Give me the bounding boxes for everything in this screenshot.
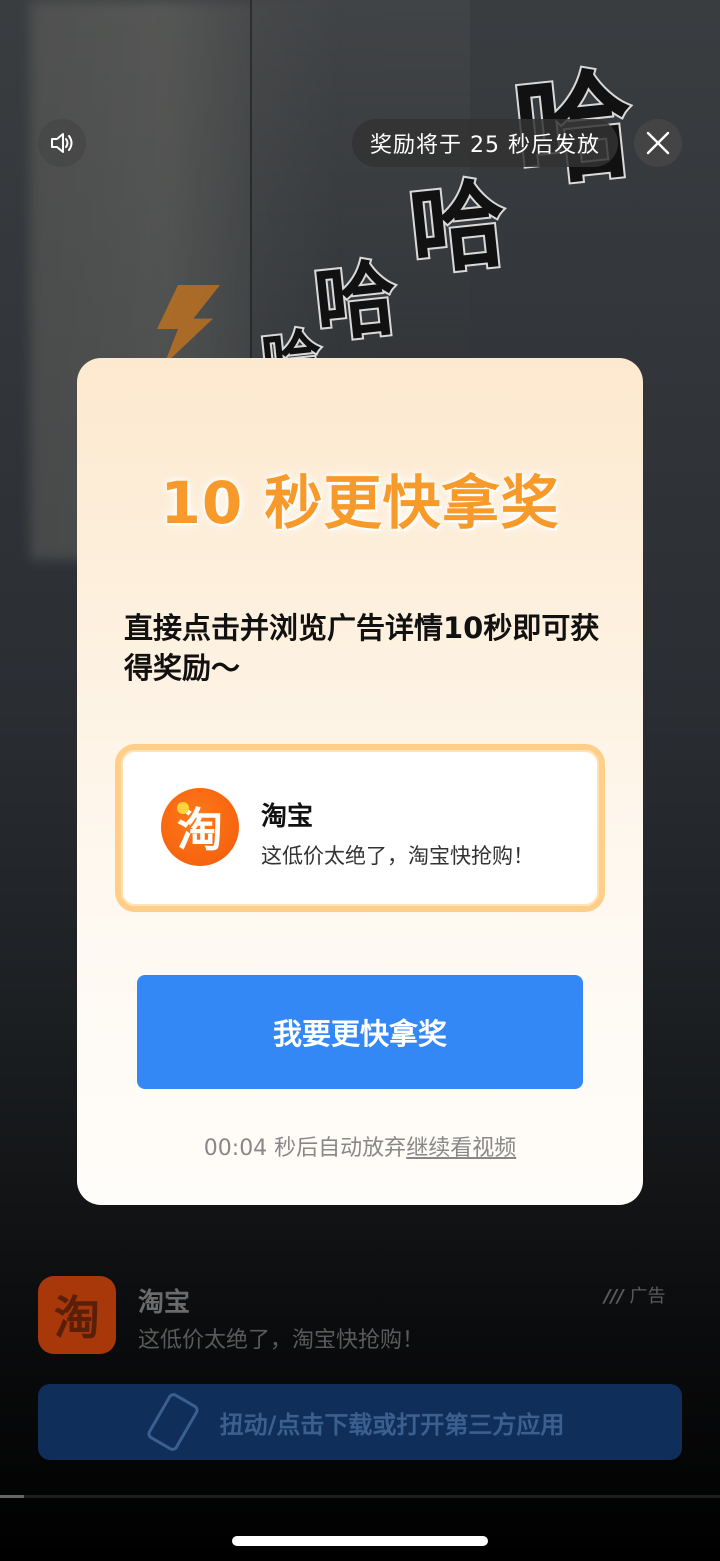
video-progress-fill: [0, 1495, 24, 1498]
ad-bar[interactable]: 淘 淘宝 这低价太绝了，淘宝快抢购！ /// 广告 扭动/点击下载或打开第三方应…: [0, 1260, 720, 1490]
sound-button[interactable]: [38, 119, 86, 167]
continue-watching-link[interactable]: 继续看视频: [406, 1136, 516, 1161]
ha-sticker: 哈: [402, 165, 513, 290]
speaker-icon: [51, 133, 73, 153]
modal-description: 直接点击并浏览广告详情10秒即可获得奖励～: [124, 611, 600, 685]
download-action-label: 扭动/点击下载或打开第三方应用: [219, 1410, 565, 1439]
logo-dot: [177, 802, 189, 814]
phone-icon: [144, 1390, 201, 1454]
close-icon: [646, 131, 670, 155]
app-name: 淘宝: [261, 802, 314, 832]
ad-tag-label: 广告: [629, 1286, 666, 1307]
reward-countdown: 奖励将于 25 秒后发放: [352, 119, 618, 167]
auto-abandon-timer: 00:04 秒后自动放弃: [203, 1136, 407, 1161]
ad-tag: /// 广告: [604, 1282, 665, 1308]
screen: 哈 哈 哈 哈 奖励将于 25 秒后发放 淘 淘宝 这低价太绝了，淘宝快抢购！ …: [0, 0, 720, 1561]
ad-title[interactable]: 淘宝: [138, 1282, 190, 1319]
auto-abandon-row: 00:04 秒后自动放弃继续看视频: [77, 1130, 643, 1162]
video-progress-track: [0, 1495, 720, 1498]
home-indicator[interactable]: [232, 1536, 488, 1546]
app-card[interactable]: 淘 淘宝 这低价太绝了，淘宝快抢购！: [115, 744, 605, 912]
ad-brand-icon: ///: [604, 1286, 624, 1307]
download-action-button[interactable]: 扭动/点击下载或打开第三方应用: [38, 1384, 682, 1460]
get-reward-faster-button[interactable]: 我要更快拿奖: [137, 975, 583, 1089]
ad-description[interactable]: 这低价太绝了，淘宝快抢购！: [138, 1322, 424, 1354]
app-slogan: 这低价太绝了，淘宝快抢购！: [261, 844, 534, 868]
reward-modal: 10 秒更快拿奖 直接点击并浏览广告详情10秒即可获得奖励～ 淘 淘宝 这低价太…: [77, 358, 643, 1205]
modal-headline: 10 秒更快拿奖: [160, 469, 560, 537]
close-button[interactable]: [634, 119, 682, 167]
taobao-logo-icon: 淘: [161, 788, 239, 866]
taobao-logo-icon[interactable]: 淘: [38, 1276, 116, 1354]
ha-sticker: 哈: [308, 249, 403, 356]
